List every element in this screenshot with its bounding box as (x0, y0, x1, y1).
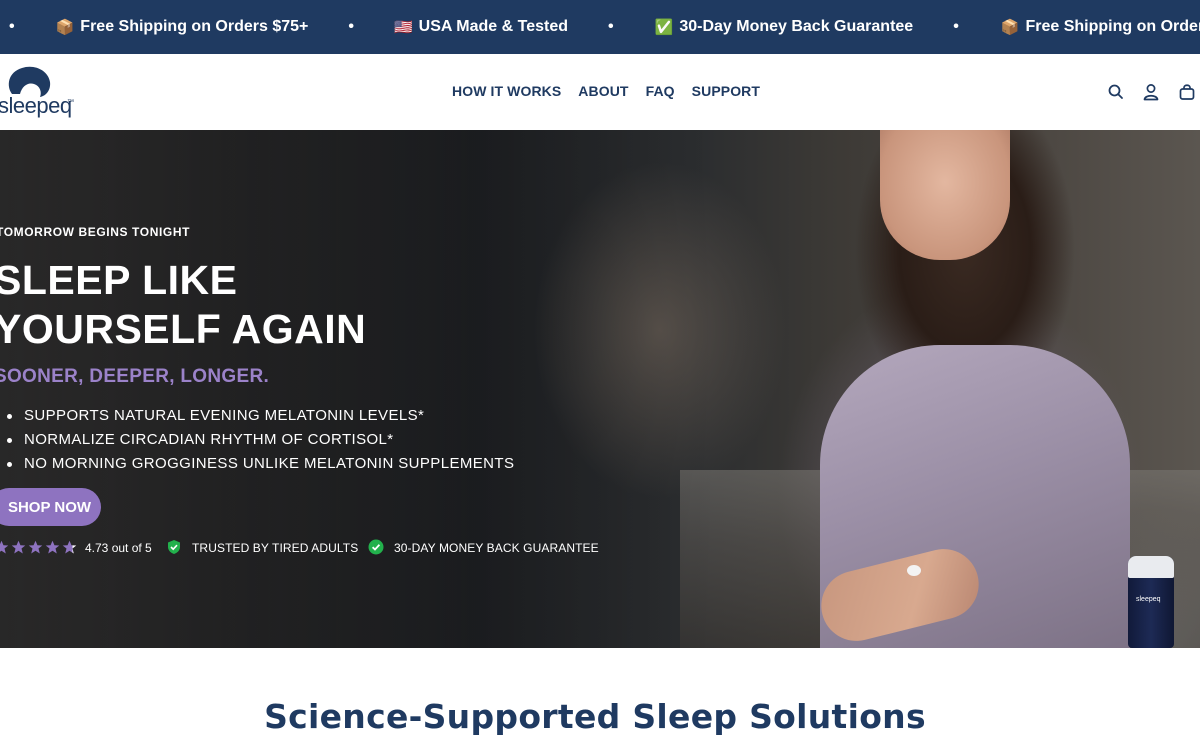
benefit-item: NO MORNING GROGGINESS UNLIKE MELATONIN S… (7, 452, 514, 476)
trust-badge-text: 30-DAY MONEY BACK GUARANTEE (394, 541, 599, 555)
half-star-icon (62, 540, 77, 554)
hero-photo-face (880, 130, 1010, 260)
benefit-list: SUPPORTS NATURAL EVENING MELATONIN LEVEL… (7, 404, 514, 476)
star-icon (0, 540, 9, 554)
star-rating (0, 540, 77, 555)
pill-image (907, 565, 921, 576)
announcement-text: Free Shipping on Orders $75+ (80, 18, 309, 35)
announcement-text: 30-Day Money Back Guarantee (679, 18, 914, 35)
bullet-dot (7, 413, 12, 419)
benefit-text: SUPPORTS NATURAL EVENING MELATONIN LEVEL… (24, 407, 425, 424)
announcement-separator: • (348, 18, 354, 35)
main-nav: HOW IT WORKS ABOUT FAQ SUPPORT (452, 83, 760, 99)
nav-faq[interactable]: FAQ (646, 83, 675, 99)
box-icon: 📦 (55, 18, 75, 36)
box-icon: 📦 (1000, 18, 1020, 36)
announcement-item: 📦 Free Shipping on Orders $75+ (56, 18, 309, 36)
trust-badge-text: TRUSTED BY TIRED ADULTS (192, 541, 359, 555)
header-actions (1100, 82, 1200, 102)
hero-subhead: SOONER, DEEPER, LONGER. (0, 366, 270, 387)
bullet-dot (7, 461, 12, 467)
announcement-track: • 📦 Free Shipping on Orders $75+ • 🇺🇸 US… (0, 0, 1200, 54)
check-circle-icon (368, 539, 384, 555)
us-flag-icon: 🇺🇸 (393, 18, 413, 36)
announcement-separator: • (608, 18, 614, 35)
hero-headline: SLEEP LIKE YOURSELF AGAIN (0, 256, 366, 354)
announcement-item: 🇺🇸 USA Made & Tested (394, 18, 568, 36)
trust-row: 4.73 out of 5 TRUSTED BY TIRED ADULTS 30… (0, 538, 634, 558)
site-logo[interactable]: sleepeq ™ (0, 62, 90, 124)
benefit-item: NORMALIZE CIRCADIAN RHYTHM OF CORTISOL* (7, 428, 514, 452)
shield-check-icon (168, 540, 180, 554)
announcement-item: 📦 Free Shipping on Orders $75+ (1001, 18, 1200, 36)
bottle-label: sleepeq (1136, 596, 1161, 603)
rating-text: 4.73 out of 5 (85, 541, 152, 555)
bullet-dot (7, 437, 12, 443)
site-header: sleepeq ™ HOW IT WORKS ABOUT FAQ SUPPORT (0, 54, 1200, 130)
hero-content: TOMORROW BEGINS TONIGHT SLEEP LIKE YOURS… (0, 130, 700, 648)
headline-line-1: SLEEP LIKE (0, 257, 238, 303)
logo-wordmark: sleepeq (0, 93, 72, 118)
account-icon[interactable] (1141, 82, 1161, 102)
shop-now-button[interactable]: SHOP NOW (0, 488, 101, 526)
announcement-text: Free Shipping on Orders $75+ (1025, 18, 1200, 35)
section-title: Science-Supported Sleep Solutions (264, 697, 926, 736)
benefit-item: SUPPORTS NATURAL EVENING MELATONIN LEVEL… (7, 404, 514, 428)
announcement-text: USA Made & Tested (418, 18, 569, 35)
nav-about[interactable]: ABOUT (578, 83, 628, 99)
hero-eyebrow: TOMORROW BEGINS TONIGHT (0, 225, 191, 239)
cart-icon[interactable] (1177, 82, 1197, 102)
star-icon (28, 540, 43, 554)
announcement-bar: • 📦 Free Shipping on Orders $75+ • 🇺🇸 US… (0, 0, 1200, 54)
nav-support[interactable]: SUPPORT (692, 83, 760, 99)
product-bottle-cap (1128, 556, 1174, 578)
check-mark-icon: ✅ (654, 18, 674, 36)
announcement-item: ✅ 30-Day Money Back Guarantee (655, 18, 914, 36)
headline-line-2: YOURSELF AGAIN (0, 306, 367, 352)
hero-banner: sleepeq TOMORROW BEGINS TONIGHT SLEEP LI… (0, 130, 1200, 648)
logo-trademark: ™ (67, 99, 74, 106)
benefit-text: NORMALIZE CIRCADIAN RHYTHM OF CORTISOL* (24, 431, 394, 448)
star-icon (45, 540, 60, 554)
star-icon (11, 540, 26, 554)
search-icon[interactable] (1106, 82, 1126, 102)
benefit-text: NO MORNING GROGGINESS UNLIKE MELATONIN S… (24, 455, 515, 472)
announcement-separator: • (953, 18, 959, 35)
announcement-separator: • (9, 18, 15, 35)
nav-how-it-works[interactable]: HOW IT WORKS (452, 83, 561, 99)
